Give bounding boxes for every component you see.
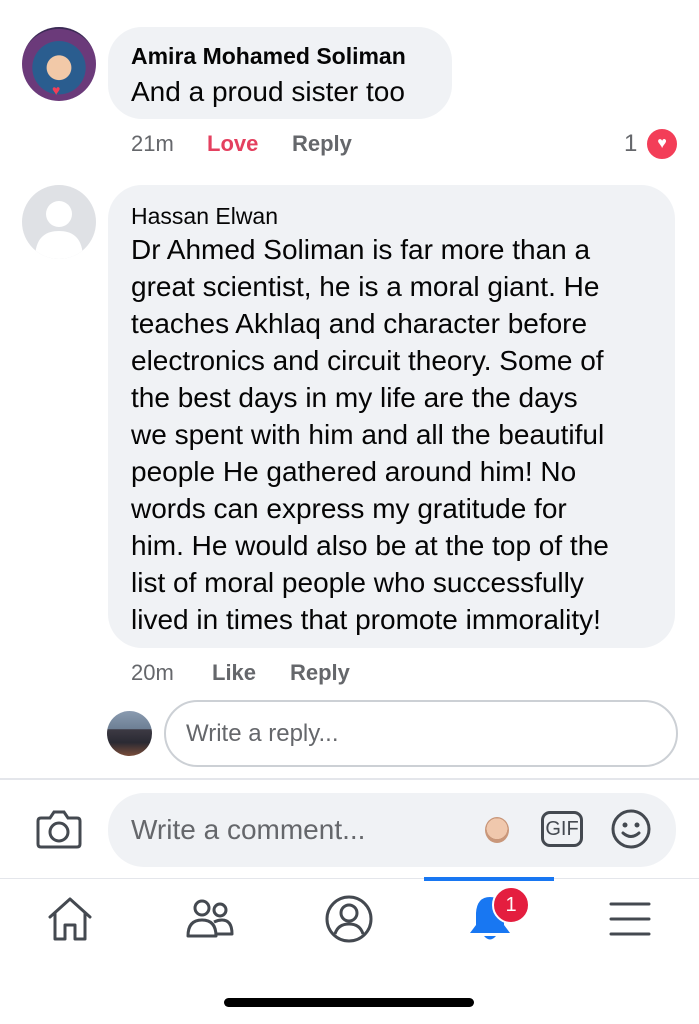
reply-button[interactable]: Reply: [290, 660, 350, 686]
gif-button[interactable]: GIF: [541, 811, 583, 847]
comment-author[interactable]: Hassan Elwan: [131, 203, 278, 230]
like-button[interactable]: Like: [212, 660, 256, 686]
comment-author[interactable]: Amira Mohamed Soliman: [131, 43, 406, 70]
comment-timestamp[interactable]: 21m: [131, 131, 174, 157]
comment-text: Dr Ahmed Soliman is far more than a grea…: [131, 231, 609, 638]
menu-icon: [609, 902, 651, 936]
comment-line: words can express my gratitude for: [131, 493, 567, 524]
comment-line: the best days in my life are the days: [131, 382, 578, 413]
love-reaction-mini-icon: ♥: [52, 82, 61, 98]
reply-button[interactable]: Reply: [292, 131, 352, 157]
comment-line: teaches Akhlaq and character before: [131, 308, 588, 339]
camera-icon[interactable]: [34, 806, 84, 852]
active-tab-indicator: [424, 877, 554, 881]
comment-bubble[interactable]: Amira Mohamed Soliman And a proud sister…: [108, 27, 452, 119]
comment-line: electronics and circuit theory. Some of: [131, 345, 604, 376]
nav-profile[interactable]: [319, 892, 379, 946]
comment-line: great scientist, he is a moral giant. He: [131, 271, 600, 302]
emoji-icon[interactable]: [610, 808, 652, 850]
comment-line: lived in times that promote immorality!: [131, 604, 601, 635]
comment-bubble[interactable]: Hassan Elwan Dr Ahmed Soliman is far mor…: [108, 185, 675, 648]
reply-input[interactable]: Write a reply...: [164, 700, 678, 767]
love-reaction-icon[interactable]: ♥: [644, 126, 680, 162]
comment-input[interactable]: Write a comment... GIF: [108, 793, 676, 867]
gif-label: GIF: [545, 817, 579, 840]
comment-line: people He gathered around him! No: [131, 456, 577, 487]
comment-line: him. He would also be at the top of the: [131, 530, 609, 561]
nav-home[interactable]: [40, 892, 100, 946]
home-icon: [48, 897, 92, 941]
love-reaction-button[interactable]: Love: [207, 131, 258, 157]
comment-input-placeholder: Write a comment...: [131, 814, 366, 845]
default-avatar-icon: [35, 201, 83, 259]
commenter-avatar-amira[interactable]: ♥: [22, 27, 96, 101]
reaction-count[interactable]: 1: [624, 130, 637, 158]
current-user-avatar[interactable]: [107, 711, 152, 756]
comment-line: we spent with him and all the beautiful: [131, 419, 605, 450]
profile-icon: [325, 895, 373, 943]
divider: [0, 878, 699, 879]
nav-menu[interactable]: [600, 892, 660, 946]
friends-icon: [186, 899, 234, 938]
notification-badge: 1: [492, 886, 530, 924]
commenter-avatar-hassan[interactable]: [22, 185, 96, 259]
avatar-sticker-icon[interactable]: [485, 817, 509, 843]
comment-line: Dr Ahmed Soliman is far more than a: [131, 234, 591, 265]
home-indicator: [224, 998, 474, 1007]
comment-line: list of moral people who successfully: [131, 567, 584, 598]
comment-text: And a proud sister too: [131, 76, 405, 107]
nav-notifications[interactable]: 1: [460, 886, 530, 946]
divider: [0, 778, 699, 780]
reply-input-placeholder: Write a reply...: [186, 719, 339, 747]
nav-friends[interactable]: [180, 892, 240, 946]
comment-timestamp[interactable]: 20m: [131, 660, 174, 686]
